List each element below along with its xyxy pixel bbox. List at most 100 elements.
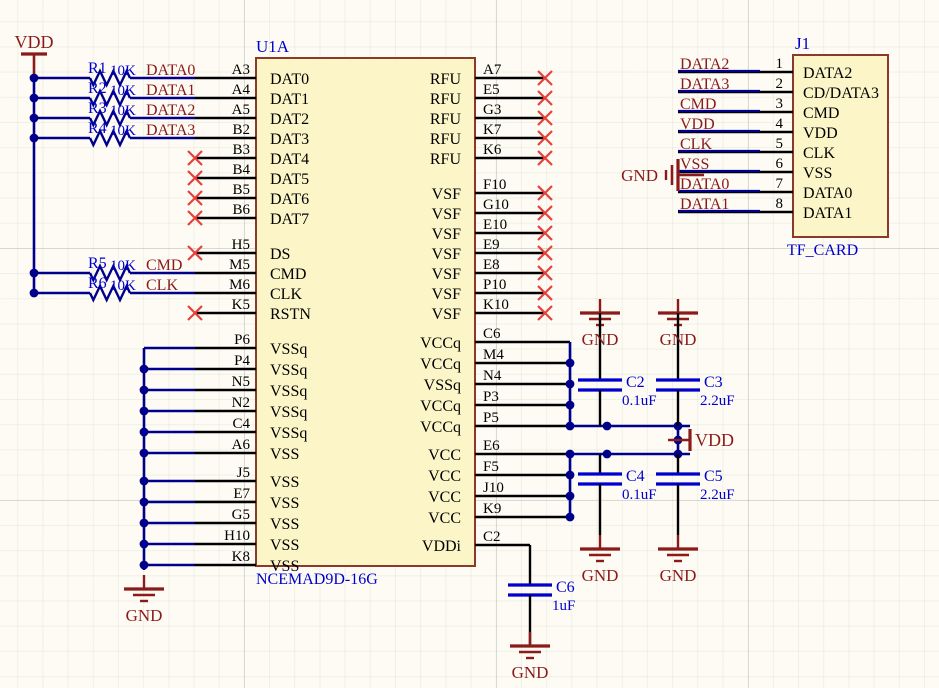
j1-pin-number-8: 8 — [776, 196, 784, 212]
u1-right-pin-name-K10: VSF — [432, 306, 461, 323]
cap-ref-C4: C4 — [626, 468, 645, 485]
u1-left-pin-number-H5: H5 — [232, 237, 250, 253]
u1-left-pin-name-A3: DAT0 — [270, 71, 309, 88]
u1-right-pin-number-N4: N4 — [483, 368, 502, 384]
u1-left-pin-name-M6: CLK — [270, 286, 302, 303]
u1-left-pin-name-B2: DAT3 — [270, 131, 309, 148]
u1-left-pin-number-B2: B2 — [232, 122, 250, 138]
u1-right-pin-number-E5: E5 — [483, 82, 500, 98]
u1-designator: U1A — [256, 37, 290, 56]
u1-left-pin-number-N5: N5 — [232, 374, 250, 390]
u1-left-pin-number-B3: B3 — [232, 142, 250, 158]
vdd-net-label: VDD — [695, 430, 734, 450]
resistor-ref-R1: R1 — [88, 60, 107, 77]
resistor-value-R3: 10K — [110, 103, 136, 119]
u1-left-pin-name-G5: VSS — [270, 516, 299, 533]
u1-left-pin-number-H10: H10 — [224, 528, 250, 544]
u1-right-pin-name-K9: VCC — [428, 510, 461, 527]
net-label-DATA0: DATA0 — [146, 62, 195, 79]
u1-right-pin-name-E9: VSF — [432, 246, 461, 263]
u1-right-pin-number-K7: K7 — [483, 122, 502, 138]
net-label-CLK: CLK — [146, 277, 178, 294]
u1-left-pin-number-E7: E7 — [233, 486, 250, 502]
cap-value-C4: 0.1uF — [622, 487, 657, 503]
u1-left-pin-number-J5: J5 — [237, 465, 250, 481]
u1-right-pin-name-M4: VCCq — [420, 356, 461, 373]
cap-value-C3: 2.2uF — [700, 393, 735, 409]
cap-ref-C3: C3 — [704, 374, 723, 391]
u1-left-pin-name-B5: DAT6 — [270, 191, 309, 208]
u1-right-pin-number-P5: P5 — [483, 410, 499, 426]
u1-left-pin-name-A4: DAT1 — [270, 91, 309, 108]
vdd-net-label: VDD — [15, 32, 54, 52]
net-label-DATA2: DATA2 — [146, 102, 195, 119]
u1-left-pin-number-M6: M6 — [229, 277, 250, 293]
u1-right-pin-number-C6: C6 — [483, 326, 501, 342]
resistor-value-R2: 10K — [110, 83, 136, 99]
gnd-net-label: GND — [512, 663, 549, 682]
u1-right-pin-number-K6: K6 — [483, 142, 502, 158]
u1-left-pin-name-B6: DAT7 — [270, 211, 309, 228]
u1-left-pin-number-M5: M5 — [229, 257, 250, 273]
net-label-DATA1: DATA1 — [146, 82, 195, 99]
u1-left-pin-number-A5: A5 — [232, 102, 250, 118]
u1-right-pin-name-E6: VCC — [428, 447, 461, 464]
u1-left-pin-number-N2: N2 — [232, 395, 250, 411]
u1-right-pin-name-G10: VSF — [432, 206, 461, 223]
resistor-value-R4: 10K — [110, 123, 136, 139]
resistor-value-R5: 10K — [110, 258, 136, 274]
u1-left-pin-number-C4: C4 — [232, 416, 250, 432]
j1-net-label-VSS: VSS — [680, 156, 709, 173]
cap-value-C2: 0.1uF — [622, 393, 657, 409]
u1-right-pin-number-F10: F10 — [483, 177, 506, 193]
gnd-net-label: GND — [126, 606, 163, 625]
schematic-canvas: U1A NCEMAD9D-16G A3 DAT0 A4 DAT1 A5 DAT2 B2 DAT3 B… — [0, 0, 939, 688]
cap-ref-C5: C5 — [704, 468, 723, 485]
u1-right-pin-number-P3: P3 — [483, 389, 499, 405]
j1-net-label-DATA1: DATA1 — [680, 196, 729, 213]
cap-ref-C2: C2 — [626, 374, 645, 391]
u1-left-pin-name-C4: VSSq — [270, 425, 307, 442]
u1-left-pin-name-N5: VSSq — [270, 383, 307, 400]
u1-right-pin-number-C2: C2 — [483, 529, 501, 545]
j1-pin-number-7: 7 — [776, 176, 784, 192]
u1-left-pin-name-E7: VSS — [270, 495, 299, 512]
u1-right-pin-name-P5: VCCq — [420, 419, 461, 436]
u1-right-pin-number-E8: E8 — [483, 257, 500, 273]
u1-left-pin-name-K8: VSS — [270, 558, 299, 575]
u1-right-pin-number-G10: G10 — [483, 197, 509, 213]
u1-right-pin-number-K9: K9 — [483, 501, 501, 517]
j1-pin-number-5: 5 — [776, 136, 784, 152]
resistor-ref-R3: R3 — [88, 100, 107, 117]
cap-ref-C6: C6 — [556, 579, 575, 596]
u1-right-pin-number-J10: J10 — [483, 480, 504, 496]
u1-left-pin-name-A6: VSS — [270, 446, 299, 463]
u1-left-pin-number-P6: P6 — [234, 332, 250, 348]
j1-pin-name-6: VSS — [803, 165, 832, 182]
u1-left-pin-name-J5: VSS — [270, 474, 299, 491]
resistor-value-R1: 10K — [110, 63, 136, 79]
u1-left-pin-name-B3: DAT4 — [270, 151, 309, 168]
resistor-ref-R2: R2 — [88, 80, 107, 97]
resistor-ref-R4: R4 — [88, 120, 107, 137]
u1-right-pin-name-C2: VDDi — [422, 538, 462, 555]
j1-pin-number-1: 1 — [776, 56, 784, 72]
u1-left-pin-number-B6: B6 — [232, 202, 250, 218]
u1-right-pin-name-F10: VSF — [432, 186, 461, 203]
u1-right-pin-number-E10: E10 — [483, 217, 507, 233]
u1-left-pin-number-P4: P4 — [234, 353, 250, 369]
u1-right-pin-name-P10: VSF — [432, 286, 461, 303]
resistor-ref-R6: R6 — [88, 275, 107, 292]
j1-pin-number-6: 6 — [776, 156, 784, 172]
j1-net-label-DATA3: DATA3 — [680, 76, 729, 93]
u1-left-pin-number-K5: K5 — [232, 297, 250, 313]
schematic-labels: U1ANCEMAD9D-16GA3DAT0A4DAT1A5DAT2B2DAT3B… — [15, 32, 880, 682]
u1-right-pin-name-N4: VSSq — [424, 377, 461, 394]
u1-left-pin-name-A5: DAT2 — [270, 111, 309, 128]
gnd-net-label: GND — [660, 330, 697, 349]
u1-left-pin-number-B4: B4 — [232, 162, 250, 178]
u1-left-pin-name-P4: VSSq — [270, 362, 307, 379]
gnd-net-label: GND — [582, 566, 619, 585]
u1-right-pin-name-K7: RFU — [430, 131, 462, 148]
u1-right-pin-name-F5: VCC — [428, 468, 461, 485]
